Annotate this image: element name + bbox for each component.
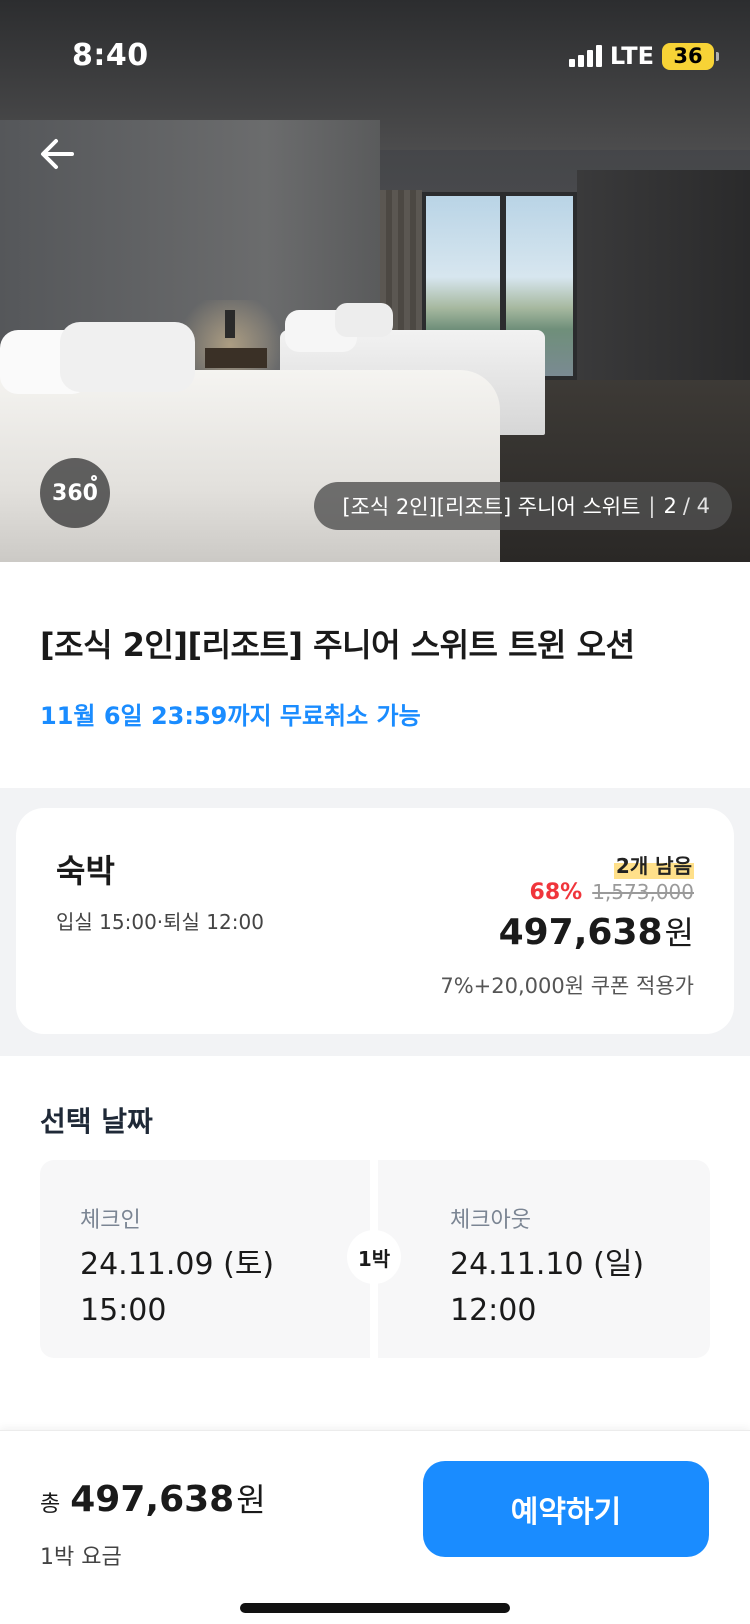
degree-icon (91, 475, 97, 481)
checkout-box[interactable]: 체크아웃 24.11.10 (일) 12:00 (378, 1160, 710, 1358)
room-title: [조식 2인][리조트] 주니어 스위트 트윈 오션 (40, 626, 635, 664)
photo-caption: [조식 2인][리조트] 주니어 스위트 | 2 / 4 (314, 482, 732, 530)
room-photo[interactable]: 8:40 LTE 36 360 [조식 2인][리조트] 주니어 스위트 | 2… (0, 0, 750, 562)
network-type: LTE (609, 42, 654, 70)
battery-icon: 36 (662, 42, 719, 70)
view-360-label: 360 (52, 480, 98, 506)
total-currency: 원 (236, 1481, 266, 1519)
status-indicators: LTE 36 (568, 42, 719, 70)
coupon-note: 7%+20,000원 쿠폰 적용가 (440, 974, 694, 998)
stock-badge: 2개 남음 (613, 850, 694, 879)
total-subtitle: 1박 요금 (40, 1545, 122, 1570)
selected-dates-title: 선택 날짜 (40, 1105, 153, 1138)
photo-total-value: 4 (696, 494, 710, 518)
checkin-time: 15:00 (80, 1293, 167, 1328)
signal-bars-icon (568, 45, 602, 67)
status-time: 8:40 (72, 38, 149, 73)
discount-row: 68% 1,573,000 (530, 880, 694, 905)
home-indicator[interactable] (240, 1603, 510, 1613)
caption-divider: | (648, 494, 656, 518)
back-button[interactable] (36, 132, 80, 176)
checkin-box[interactable]: 체크인 24.11.09 (토) 15:00 (40, 1160, 370, 1358)
total-prefix: 총 (40, 1492, 61, 1517)
nights-badge: 1박 (347, 1230, 401, 1284)
checkout-value: 24.11.10 (일) 12:00 (450, 1242, 644, 1334)
checkout-time: 12:00 (450, 1293, 537, 1328)
free-cancel-note: 11월 6일 23:59까지 무료취소 가능 (40, 702, 421, 730)
checkin-label: 체크인 (80, 1208, 141, 1233)
view-360-button[interactable]: 360 (40, 458, 110, 528)
battery-level: 36 (673, 44, 703, 68)
checkout-date: 24.11.10 (일) (450, 1247, 645, 1282)
plan-name: 숙박 (56, 852, 115, 890)
check-times: 입실 15:00·퇴실 12:00 (56, 910, 264, 934)
currency-unit: 원 (664, 914, 694, 952)
checkin-date: 24.11.09 (토) (80, 1247, 275, 1282)
photo-total: / 4 (682, 494, 710, 518)
book-button[interactable]: 예약하기 (423, 1461, 709, 1557)
final-price-row: 497,638 원 (499, 908, 694, 954)
original-price: 1,573,000 (592, 880, 694, 904)
discount-rate: 68% (529, 880, 583, 905)
checkin-value: 24.11.09 (토) 15:00 (80, 1242, 274, 1334)
photo-index: 2 (663, 494, 677, 518)
checkout-label: 체크아웃 (450, 1208, 531, 1233)
final-price: 497,638 (498, 912, 663, 953)
stay-offer-card[interactable]: 숙박 입실 15:00·퇴실 12:00 2개 남음 68% 1,573,000… (16, 808, 734, 1034)
total-price: 497,638 (70, 1479, 235, 1520)
photo-caption-text: [조식 2인][리조트] 주니어 스위트 (342, 495, 641, 519)
total-price-row: 총 497,638 원 (40, 1475, 266, 1521)
arrow-left-icon (41, 139, 74, 169)
bottom-booking-bar: 총 497,638 원 1박 요금 예약하기 (0, 1430, 750, 1624)
